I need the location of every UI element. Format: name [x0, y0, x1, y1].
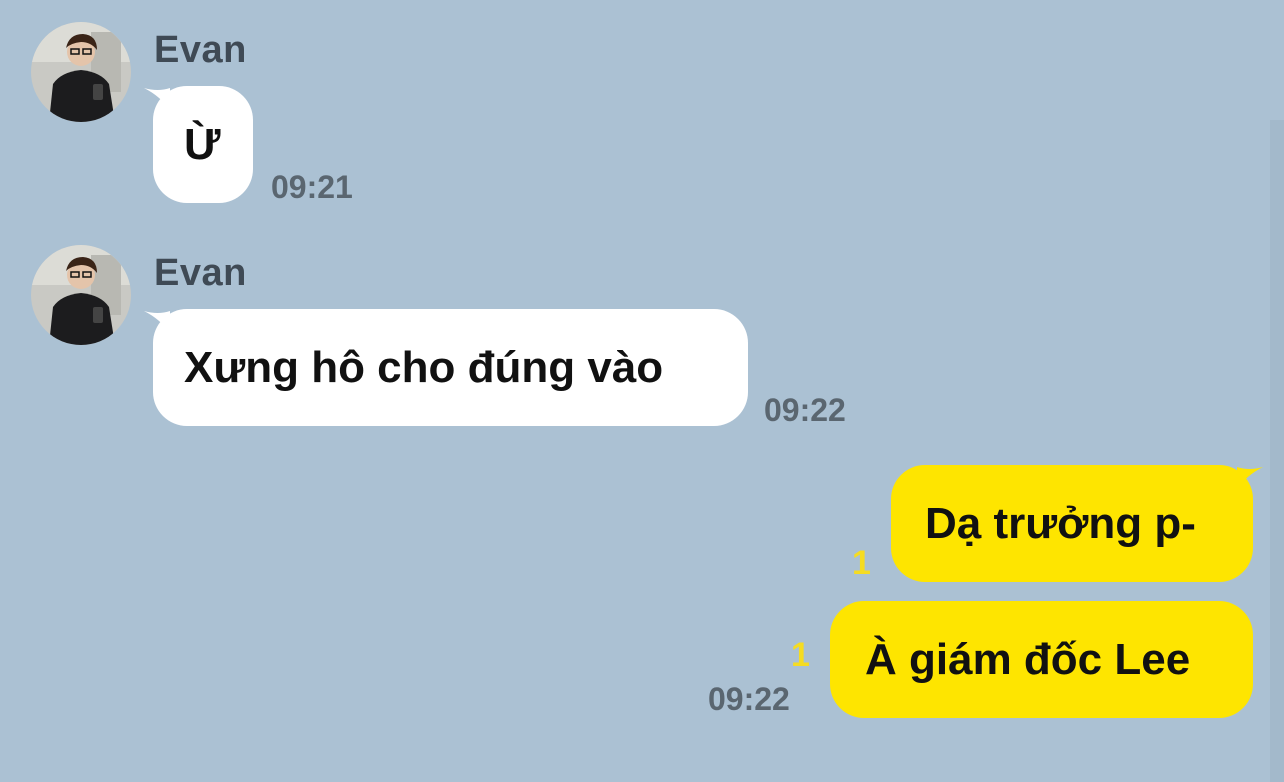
- message-text: À giám đốc Lee: [865, 634, 1191, 684]
- message-time: 09:21: [271, 169, 353, 205]
- message-time: 09:22: [708, 681, 790, 717]
- sender-avatar[interactable]: [31, 22, 131, 122]
- unread-count: 1: [791, 636, 810, 674]
- message-bubble[interactable]: Dạ trưởng p-: [891, 465, 1253, 582]
- sender-name: Evan: [154, 252, 247, 294]
- profile-photo-icon: [31, 22, 131, 122]
- message-bubble[interactable]: À giám đốc Lee: [830, 601, 1253, 718]
- bubble-tail: [1237, 467, 1263, 489]
- sender-name: Evan: [154, 29, 247, 71]
- profile-photo-icon: [31, 245, 131, 345]
- message-text: Dạ trưởng p-: [925, 498, 1196, 548]
- message-text: Xưng hô cho đúng vào: [184, 342, 664, 392]
- message-bubble[interactable]: Ừ: [153, 86, 253, 203]
- chat-room[interactable]: Evan Ừ 09:21 Evan Xưng hô cho đúng vào 0…: [0, 0, 1284, 782]
- message-time: 09:22: [764, 392, 846, 428]
- unread-count: 1: [852, 544, 871, 582]
- scrollbar[interactable]: [1270, 120, 1284, 782]
- message-text: Ừ: [184, 119, 221, 169]
- sender-avatar[interactable]: [31, 245, 131, 345]
- message-bubble[interactable]: Xưng hô cho đúng vào: [153, 309, 748, 426]
